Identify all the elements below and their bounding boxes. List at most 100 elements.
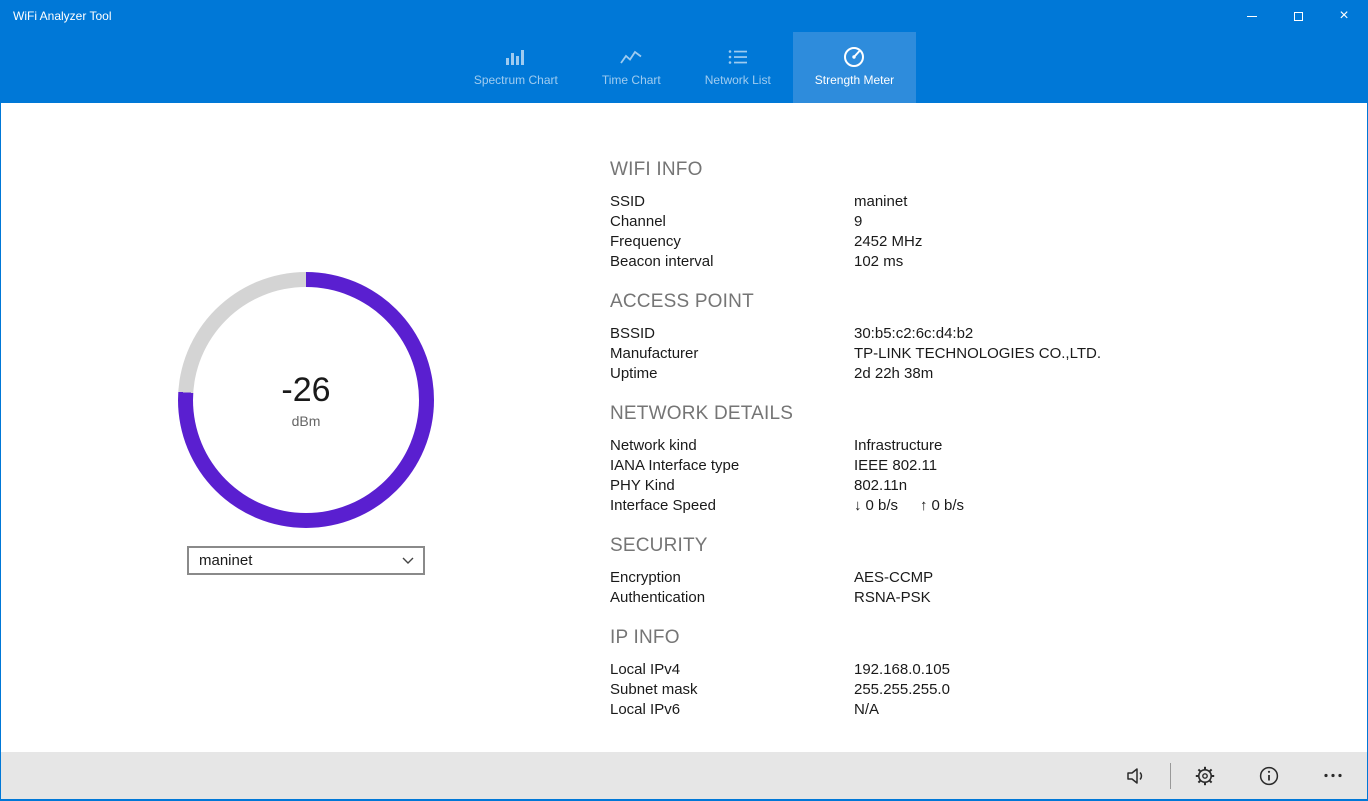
- line-chart-icon: [620, 45, 642, 69]
- volume-icon: [1125, 766, 1147, 786]
- app-window: WiFi Analyzer Tool × Spectrum Chart: [0, 0, 1368, 801]
- info-row: Channel 9: [610, 212, 1290, 232]
- signal-strength-value: -26: [281, 371, 330, 410]
- upload-arrow-icon: ↑: [920, 496, 928, 516]
- window-title: WiFi Analyzer Tool: [1, 9, 1229, 23]
- row-value: AES-CCMP: [854, 568, 933, 588]
- row-label: Channel: [610, 212, 854, 232]
- main-content: -26 dBm maninet WIFI INFO SSID maninet: [1, 103, 1367, 752]
- chevron-down-icon: [402, 557, 414, 564]
- row-label: Frequency: [610, 232, 854, 252]
- row-label: Uptime: [610, 364, 854, 384]
- info-row: Subnet mask 255.255.255.0: [610, 680, 1290, 700]
- download-arrow-icon: ↓: [854, 496, 862, 516]
- info-icon: [1259, 766, 1279, 786]
- row-label: BSSID: [610, 324, 854, 344]
- section-wifi-info: WIFI INFO SSID maninet Channel 9 Frequen…: [610, 159, 1290, 272]
- window-controls: ×: [1229, 0, 1367, 32]
- row-value: 102 ms: [854, 252, 903, 272]
- section-access-point: ACCESS POINT BSSID 30:b5:c2:6c:d4:b2 Man…: [610, 291, 1290, 384]
- row-value: Infrastructure: [854, 436, 942, 456]
- tab-label: Time Chart: [602, 73, 661, 87]
- row-value: N/A: [854, 700, 879, 720]
- network-selector-dropdown[interactable]: maninet: [187, 546, 425, 575]
- row-value: 9: [854, 212, 862, 232]
- info-row: IANA Interface type IEEE 802.11: [610, 456, 1290, 476]
- info-row: Local IPv4 192.168.0.105: [610, 660, 1290, 680]
- row-label: Authentication: [610, 588, 854, 608]
- list-icon: [728, 45, 748, 69]
- info-row: Beacon interval 102 ms: [610, 252, 1290, 272]
- row-label: Manufacturer: [610, 344, 854, 364]
- row-value: RSNA-PSK: [854, 588, 931, 608]
- info-row: BSSID 30:b5:c2:6c:d4:b2: [610, 324, 1290, 344]
- gauge-icon: [843, 45, 865, 69]
- row-label: Beacon interval: [610, 252, 854, 272]
- download-speed: 0 b/s: [866, 496, 899, 516]
- tab-strength-meter[interactable]: Strength Meter: [793, 32, 916, 103]
- close-button[interactable]: ×: [1321, 0, 1367, 32]
- signal-strength-gauge: -26 dBm: [178, 272, 434, 528]
- tab-label: Strength Meter: [815, 73, 894, 87]
- info-row: Uptime 2d 22h 38m: [610, 364, 1290, 384]
- upload-speed: 0 b/s: [932, 496, 965, 516]
- info-row: Encryption AES-CCMP: [610, 568, 1290, 588]
- row-label: SSID: [610, 192, 854, 212]
- row-value: TP-LINK TECHNOLOGIES CO.,LTD.: [854, 344, 1101, 364]
- row-value: ↓ 0 b/s ↑ 0 b/s: [854, 496, 964, 516]
- status-separator: [1170, 763, 1171, 789]
- row-value: 30:b5:c2:6c:d4:b2: [854, 324, 973, 344]
- info-row: Manufacturer TP-LINK TECHNOLOGIES CO.,LT…: [610, 344, 1290, 364]
- row-label: Interface Speed: [610, 496, 854, 516]
- minimize-button[interactable]: [1229, 0, 1275, 32]
- info-button[interactable]: [1245, 756, 1293, 796]
- tab-label: Spectrum Chart: [474, 73, 558, 87]
- titlebar: WiFi Analyzer Tool ×: [1, 0, 1367, 32]
- settings-button[interactable]: [1181, 756, 1229, 796]
- info-row: SSID maninet: [610, 192, 1290, 212]
- maximize-button[interactable]: [1275, 0, 1321, 32]
- tab-label: Network List: [705, 73, 771, 87]
- ellipsis-icon: [1323, 773, 1343, 778]
- row-value: IEEE 802.11: [854, 456, 937, 476]
- row-label: PHY Kind: [610, 476, 854, 496]
- close-icon: ×: [1339, 8, 1348, 24]
- section-title: SECURITY: [610, 535, 1290, 557]
- row-label: Local IPv6: [610, 700, 854, 720]
- tab-network-list[interactable]: Network List: [683, 32, 793, 103]
- section-network-details: NETWORK DETAILS Network kind Infrastruct…: [610, 403, 1290, 516]
- info-row: Local IPv6 N/A: [610, 700, 1290, 720]
- row-label: Subnet mask: [610, 680, 854, 700]
- section-security: SECURITY Encryption AES-CCMP Authenticat…: [610, 535, 1290, 608]
- maximize-icon: [1294, 12, 1303, 21]
- more-button[interactable]: [1309, 756, 1357, 796]
- section-title: IP INFO: [610, 627, 1290, 649]
- info-row: Network kind Infrastructure: [610, 436, 1290, 456]
- row-value: 2452 MHz: [854, 232, 922, 252]
- row-value: 802.11n: [854, 476, 907, 496]
- nav-tabs: Spectrum Chart Time Chart Network List: [1, 32, 1367, 103]
- info-panel: WIFI INFO SSID maninet Channel 9 Frequen…: [610, 159, 1290, 739]
- info-row: Interface Speed ↓ 0 b/s ↑ 0 b/s: [610, 496, 1290, 516]
- row-label: Encryption: [610, 568, 854, 588]
- gear-icon: [1195, 766, 1215, 786]
- section-ip-info: IP INFO Local IPv4 192.168.0.105 Subnet …: [610, 627, 1290, 720]
- row-value: 255.255.255.0: [854, 680, 950, 700]
- network-selector-value: maninet: [199, 552, 252, 569]
- row-value: 2d 22h 38m: [854, 364, 933, 384]
- section-title: NETWORK DETAILS: [610, 403, 1290, 425]
- volume-button[interactable]: [1112, 756, 1160, 796]
- tab-time-chart[interactable]: Time Chart: [580, 32, 683, 103]
- bar-chart-icon: [505, 45, 527, 69]
- status-bar: [1, 752, 1367, 799]
- signal-strength-unit: dBm: [292, 413, 321, 429]
- info-row: PHY Kind 802.11n: [610, 476, 1290, 496]
- row-label: IANA Interface type: [610, 456, 854, 476]
- tab-spectrum-chart[interactable]: Spectrum Chart: [452, 32, 580, 103]
- row-value: 192.168.0.105: [854, 660, 950, 680]
- info-row: Authentication RSNA-PSK: [610, 588, 1290, 608]
- row-value: maninet: [854, 192, 907, 212]
- signal-gauge-center: -26 dBm: [193, 287, 419, 513]
- section-title: ACCESS POINT: [610, 291, 1290, 313]
- info-row: Frequency 2452 MHz: [610, 232, 1290, 252]
